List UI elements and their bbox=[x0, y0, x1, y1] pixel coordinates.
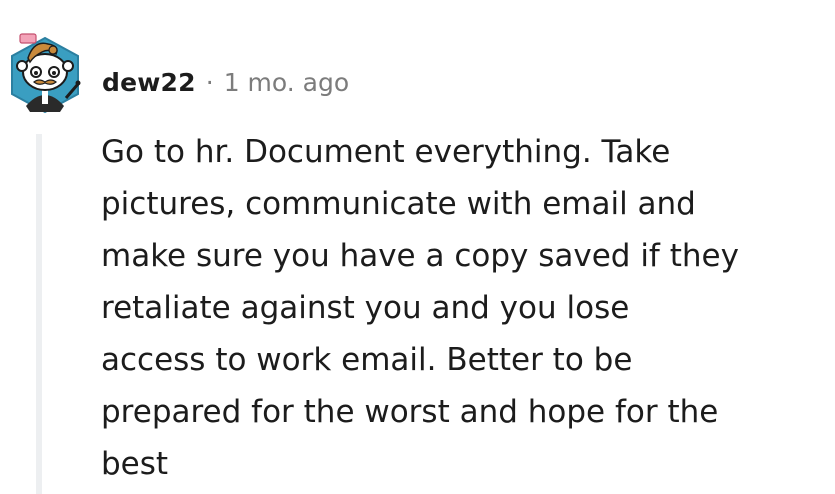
comment-body-line: pictures, communicate with email and bbox=[101, 186, 696, 222]
comment-body-line: make sure you have a copy saved if they bbox=[101, 238, 739, 274]
comment-body-line: prepared for the worst and hope for the bbox=[101, 394, 719, 430]
comment-body-line: best bbox=[101, 446, 169, 482]
comment: dew22 · 1 mo. ago Go to hr. Document eve… bbox=[0, 0, 835, 494]
comment-body-line: Go to hr. Document everything. Take bbox=[101, 134, 671, 170]
user-avatar[interactable] bbox=[8, 28, 82, 114]
timestamp-link[interactable]: 1 mo. ago bbox=[224, 68, 349, 97]
thread-collapse-line[interactable] bbox=[36, 134, 42, 494]
comment-meta: dew22 · 1 mo. ago bbox=[102, 64, 349, 100]
comment-body: Go to hr. Document everything. Take pict… bbox=[101, 126, 801, 490]
comment-body-line: retaliate against you and you lose bbox=[101, 290, 630, 326]
snoo-avatar-icon bbox=[11, 33, 81, 114]
username-link[interactable]: dew22 bbox=[102, 68, 196, 97]
meta-separator: · bbox=[205, 67, 214, 97]
comment-body-line: access to work email. Better to be bbox=[101, 342, 633, 378]
